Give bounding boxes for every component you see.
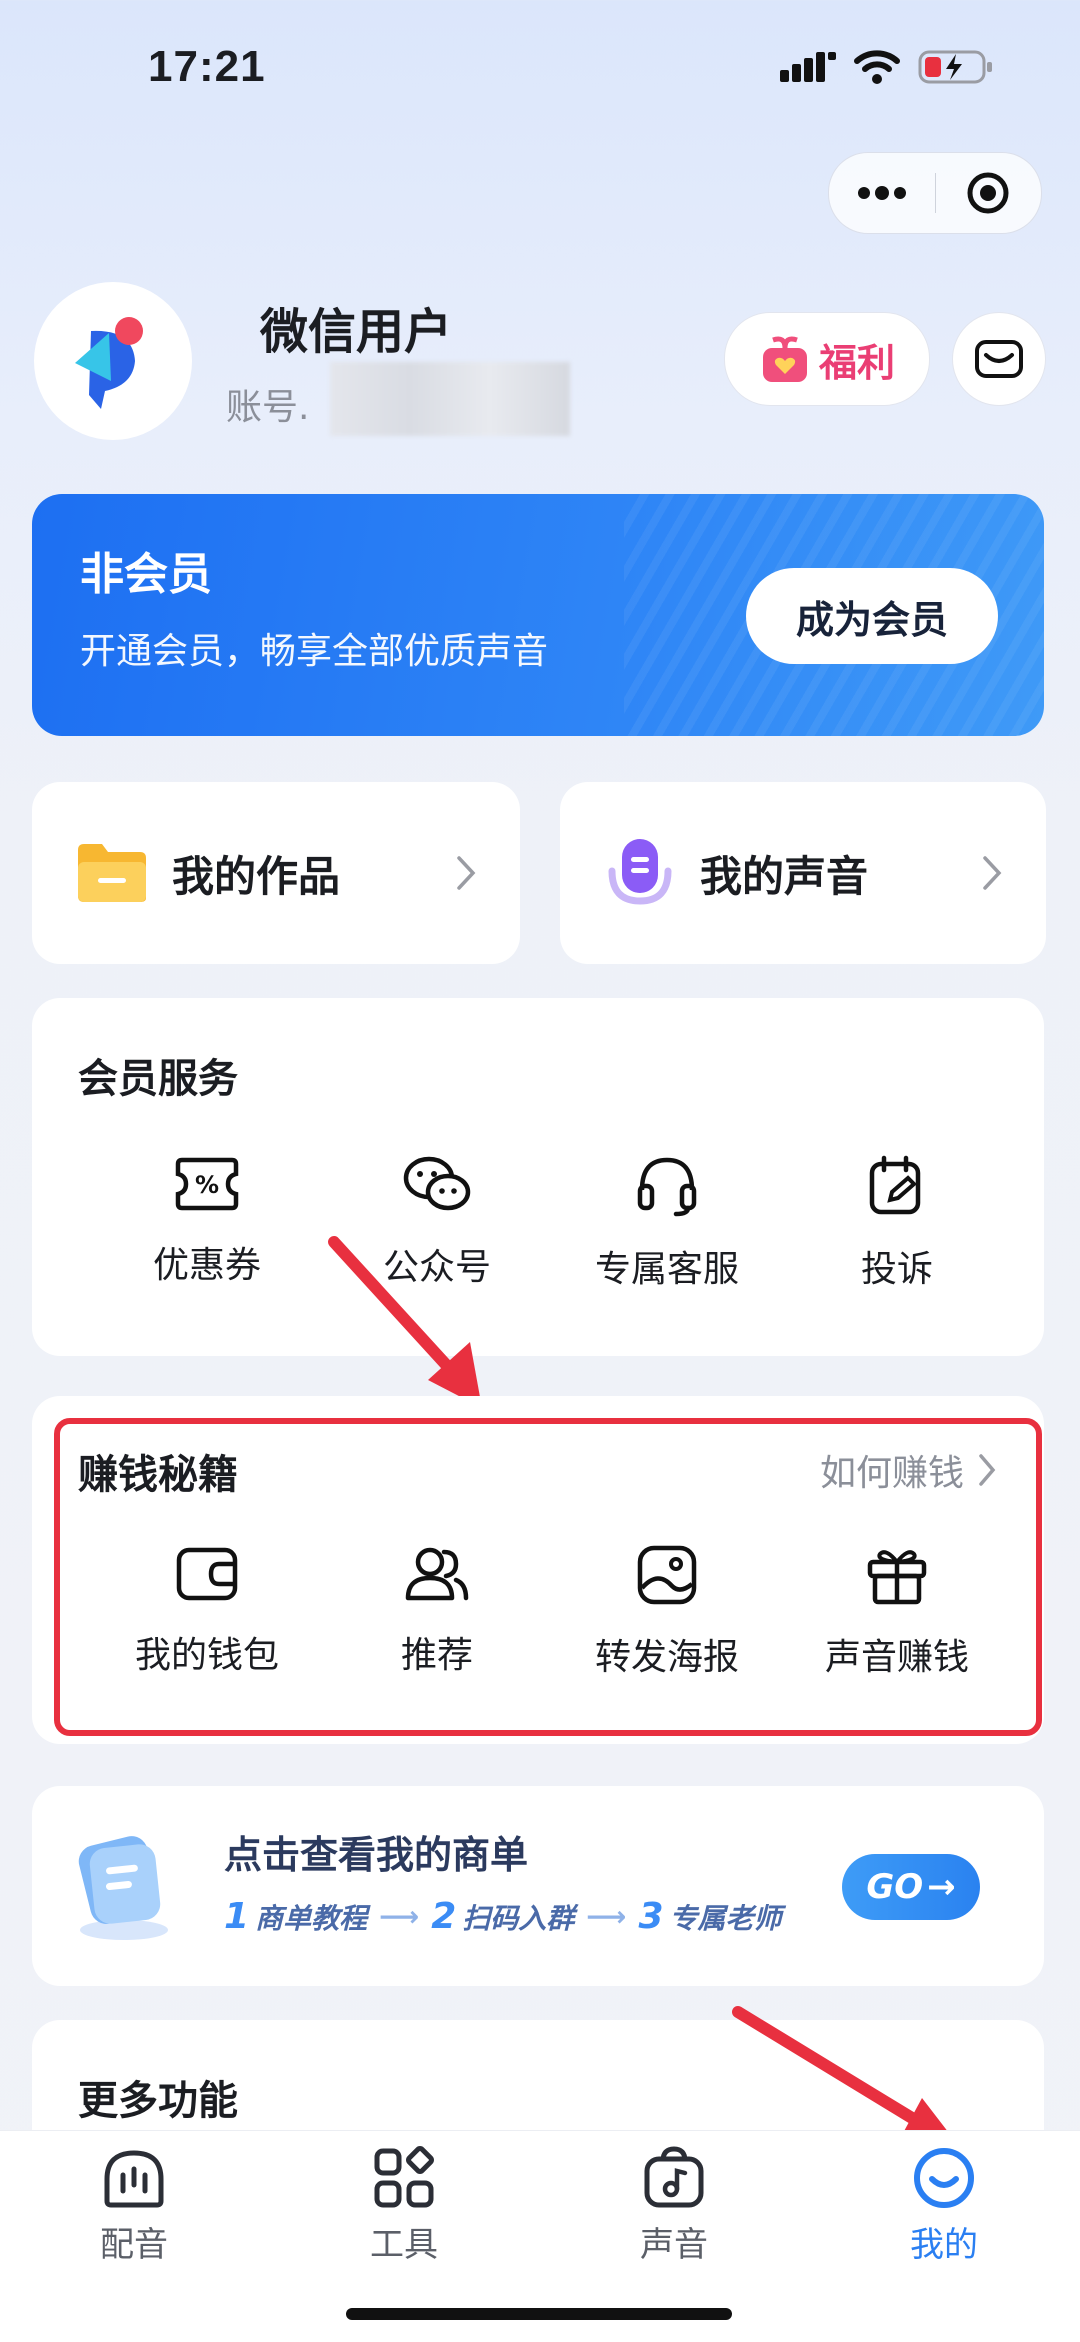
highlight-box [54, 1418, 1042, 1736]
step-number: 2 [431, 1896, 457, 1937]
member-banner-subtitle: 开通会员，畅享全部优质声音 [80, 631, 549, 672]
complaint-icon [869, 1155, 921, 1215]
member-services-title: 会员服务 [78, 1056, 238, 1102]
become-member-button[interactable]: 成为会员 [746, 568, 998, 664]
account-label: 账号. [226, 387, 310, 428]
more-functions-title: 更多功能 [78, 2078, 238, 2124]
member-services-card: 会员服务 % 优惠券 公众号 专属客服 投诉 [32, 998, 1044, 1356]
app-logo-icon [75, 317, 143, 409]
step-number: 3 [638, 1896, 664, 1937]
customer-service-label: 专属客服 [594, 1249, 739, 1290]
go-button[interactable]: GO → [842, 1854, 980, 1920]
miniprogram-capsule [828, 152, 1042, 234]
wechat-icon [403, 1156, 471, 1211]
my-works-label: 我的作品 [172, 851, 341, 901]
message-button[interactable] [952, 312, 1046, 406]
username: 微信用户 [260, 304, 453, 360]
nav-mine-label: 我的 [910, 2225, 978, 2265]
chevron-right-icon [457, 856, 476, 890]
status-icons [780, 48, 994, 86]
arrow-right-icon: ⟶ [586, 1900, 627, 1933]
gift-heart-icon [762, 336, 807, 382]
smile-icon [914, 2148, 974, 2208]
coupon-item[interactable]: % 优惠券 [92, 1154, 322, 1292]
welfare-button[interactable]: 福利 [724, 312, 930, 406]
battery-charging-icon [918, 50, 992, 84]
nav-tools-label: 工具 [370, 2225, 438, 2265]
business-order-title: 点击查看我的商单 [224, 1833, 529, 1877]
my-voice-card[interactable]: 我的声音 [560, 782, 1046, 964]
home-indicator [346, 2308, 732, 2320]
member-status-title: 非会员 [80, 549, 212, 600]
more-dots-icon [857, 186, 906, 200]
my-works-card[interactable]: 我的作品 [32, 782, 520, 964]
nav-dubbing-label: 配音 [100, 2225, 168, 2265]
signal-icon [780, 52, 836, 82]
coupon-label: 优惠券 [152, 1245, 261, 1286]
welfare-label: 福利 [818, 340, 895, 385]
tools-icon [374, 2146, 434, 2208]
document-3d-icon [78, 1836, 168, 1940]
complaint-item[interactable]: 投诉 [782, 1154, 1012, 1292]
mail-icon [975, 340, 1023, 378]
folder-icon [78, 844, 146, 902]
microphone-icon [608, 839, 672, 905]
svg-text:%: % [195, 1171, 219, 1199]
target-icon [967, 172, 1009, 214]
complaint-label: 投诉 [860, 1249, 933, 1290]
avatar[interactable] [34, 282, 192, 440]
arrow-right-icon: → [927, 1867, 956, 1907]
close-miniprogram-button[interactable] [936, 153, 1042, 233]
nav-voice[interactable]: 声音 [584, 2145, 764, 2266]
my-voice-label: 我的声音 [700, 851, 869, 901]
step-label: 专属老师 [669, 1901, 782, 1935]
status-time: 17:21 [148, 42, 266, 91]
step-label: 扫码入群 [462, 1901, 575, 1935]
member-services-grid: % 优惠券 公众号 专属客服 投诉 [92, 1154, 1012, 1292]
dubbing-icon [104, 2150, 164, 2208]
member-banner: 非会员 开通会员，畅享全部优质声音 成为会员 [32, 494, 1044, 736]
nav-mine[interactable]: 我的 [854, 2145, 1034, 2266]
nav-voice-label: 声音 [640, 2225, 708, 2265]
arrow-right-icon: ⟶ [379, 1900, 420, 1933]
more-menu-button[interactable] [829, 153, 935, 233]
headset-icon [637, 1157, 697, 1217]
business-order-steps: 1 商单教程 ⟶ 2 扫码入群 ⟶ 3 专属老师 [224, 1896, 782, 1937]
annotation-arrow-icon [328, 1236, 482, 1408]
nav-dubbing[interactable]: 配音 [44, 2145, 224, 2266]
voice-bag-icon [644, 2146, 704, 2208]
account-number-blurred [330, 362, 570, 436]
nav-tools[interactable]: 工具 [314, 2145, 494, 2266]
step-number: 1 [224, 1896, 250, 1937]
step-label: 商单教程 [255, 1901, 368, 1935]
wifi-icon [854, 50, 900, 84]
customer-service-item[interactable]: 专属客服 [552, 1154, 782, 1292]
go-label: GO [866, 1867, 924, 1907]
chevron-right-icon [983, 856, 1002, 890]
coupon-icon: % [175, 1157, 239, 1211]
